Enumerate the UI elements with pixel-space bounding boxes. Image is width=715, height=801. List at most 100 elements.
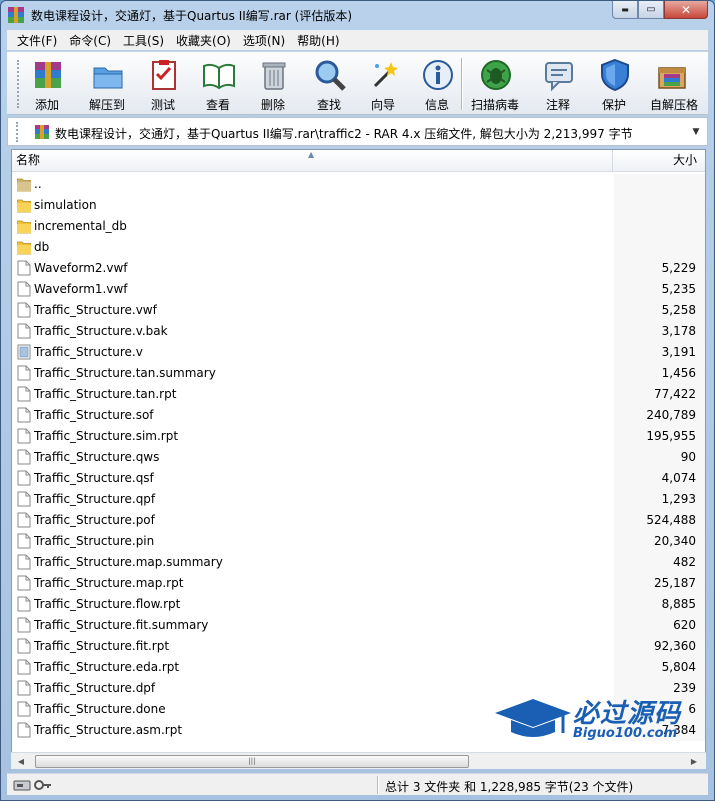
maximize-button[interactable]: ▭ bbox=[638, 1, 664, 19]
size-cell-bg bbox=[614, 216, 705, 237]
file-size: 195,955 bbox=[646, 429, 696, 443]
menu-tools[interactable]: 工具(S) bbox=[117, 32, 170, 49]
file-name: Traffic_Structure.qsf bbox=[34, 471, 154, 485]
delete-button[interactable]: 删除 bbox=[247, 54, 299, 114]
minimize-button[interactable]: ▬ bbox=[612, 1, 638, 19]
file-row[interactable]: Traffic_Structure.tan.rpt 77,422 bbox=[12, 384, 705, 405]
scrollbar-thumb[interactable]: ||| bbox=[35, 755, 469, 768]
file-name: simulation bbox=[34, 198, 97, 212]
file-row[interactable]: .. bbox=[12, 174, 705, 195]
file-row[interactable]: Traffic_Structure.pof 524,488 bbox=[12, 510, 705, 531]
file-icon bbox=[17, 491, 31, 507]
add-archive-icon bbox=[35, 62, 61, 88]
toolbar-separator bbox=[461, 58, 463, 110]
file-row[interactable]: Traffic_Structure.eda.rpt 5,804 bbox=[12, 657, 705, 678]
file-size: 92,360 bbox=[654, 639, 696, 653]
file-size: 3,178 bbox=[661, 324, 696, 338]
comment-button[interactable]: 注释 bbox=[532, 54, 584, 114]
menu-favorites[interactable]: 收藏夹(O) bbox=[170, 32, 237, 49]
extract-to-button[interactable]: 解压到 bbox=[81, 54, 133, 114]
wizard-button[interactable]: 向导 bbox=[357, 54, 409, 114]
file-name: Traffic_Structure.v bbox=[34, 345, 143, 359]
file-name: Traffic_Structure.sim.rpt bbox=[34, 429, 179, 443]
find-button[interactable]: 查找 bbox=[303, 54, 355, 114]
file-row[interactable]: db bbox=[12, 237, 705, 258]
file-row[interactable]: Waveform2.vwf 5,229 bbox=[12, 258, 705, 279]
chevron-down-icon[interactable]: ▼ bbox=[689, 123, 703, 141]
file-size: 25,187 bbox=[654, 576, 696, 590]
file-icon bbox=[17, 365, 31, 381]
info-button[interactable]: 信息 bbox=[411, 54, 463, 114]
file-row[interactable]: Traffic_Structure.sof 240,789 bbox=[12, 405, 705, 426]
extract-to-icon bbox=[93, 67, 123, 89]
file-row[interactable]: Traffic_Structure.sim.rpt 195,955 bbox=[12, 426, 705, 447]
file-name: Traffic_Structure.qpf bbox=[34, 492, 156, 506]
file-icon bbox=[17, 449, 31, 465]
file-icon bbox=[17, 638, 31, 654]
folder-icon bbox=[17, 220, 31, 234]
info-icon bbox=[423, 60, 453, 90]
view-button[interactable]: 查看 bbox=[192, 54, 244, 114]
folder-icon bbox=[17, 241, 31, 255]
file-row[interactable]: Traffic_Structure.fit.summary 620 bbox=[12, 615, 705, 636]
file-row[interactable]: Traffic_Structure.map.summary 482 bbox=[12, 552, 705, 573]
menu-options[interactable]: 选项(N) bbox=[237, 32, 291, 49]
file-row[interactable]: Traffic_Structure.tan.summary 1,456 bbox=[12, 363, 705, 384]
toolbar: 添加 解压到 测试 查看 删除 查找 向导 信息 扫描病毒 注释 保护 自解压格 bbox=[7, 51, 708, 115]
protect-button[interactable]: 保护 bbox=[588, 54, 640, 114]
archive-path: 数电课程设计，交通灯，基于Quartus II编写.rar\traffic2 -… bbox=[55, 127, 633, 141]
file-icon bbox=[17, 533, 31, 549]
file-row[interactable]: Traffic_Structure.v 3,191 bbox=[12, 342, 705, 363]
scroll-left-icon[interactable]: ◀ bbox=[14, 755, 28, 768]
menu-file[interactable]: 文件(F) bbox=[11, 32, 63, 49]
add-button[interactable]: 添加 bbox=[21, 54, 73, 114]
sfx-button[interactable]: 自解压格 bbox=[645, 54, 703, 114]
view-label: 查看 bbox=[205, 98, 230, 112]
horizontal-scrollbar[interactable]: ◀ ||| ▶ bbox=[11, 752, 706, 769]
file-row[interactable]: Traffic_Structure.map.rpt 25,187 bbox=[12, 573, 705, 594]
file-row[interactable]: Traffic_Structure.qws 90 bbox=[12, 447, 705, 468]
file-icon bbox=[17, 386, 31, 402]
minimize-icon: ▬ bbox=[621, 5, 629, 14]
file-name: Waveform2.vwf bbox=[34, 261, 128, 275]
file-name: Traffic_Structure.tan.summary bbox=[34, 366, 216, 380]
file-row[interactable]: incremental_db bbox=[12, 216, 705, 237]
file-row[interactable]: Traffic_Structure.vwf 5,258 bbox=[12, 300, 705, 321]
parent-folder-icon bbox=[17, 178, 31, 192]
file-icon bbox=[17, 407, 31, 423]
menu-commands[interactable]: 命令(C) bbox=[63, 32, 117, 49]
file-name: .. bbox=[34, 177, 42, 191]
file-icon bbox=[17, 302, 31, 318]
virus-scan-button[interactable]: 扫描病毒 bbox=[469, 54, 521, 114]
menu-help[interactable]: 帮助(H) bbox=[291, 32, 345, 49]
address-bar[interactable]: 数电课程设计，交通灯，基于Quartus II编写.rar\traffic2 -… bbox=[7, 117, 708, 146]
graduation-cap-icon bbox=[495, 699, 571, 737]
file-row[interactable]: Waveform1.vwf 5,235 bbox=[12, 279, 705, 300]
file-icon bbox=[17, 701, 31, 717]
file-row[interactable]: Traffic_Structure.qpf 1,293 bbox=[12, 489, 705, 510]
file-row[interactable]: Traffic_Structure.v.bak 3,178 bbox=[12, 321, 705, 342]
test-button[interactable]: 测试 bbox=[137, 54, 189, 114]
file-name: Traffic_Structure.qws bbox=[34, 450, 160, 464]
file-row[interactable]: Traffic_Structure.qsf 4,074 bbox=[12, 468, 705, 489]
close-button[interactable]: ✕ bbox=[664, 1, 708, 19]
virus-scan-label: 扫描病毒 bbox=[470, 98, 519, 112]
file-icon bbox=[17, 680, 31, 696]
file-size: 240,789 bbox=[646, 408, 696, 422]
column-header-size[interactable]: 大小 bbox=[614, 150, 705, 172]
file-icon bbox=[17, 260, 31, 276]
file-name: Traffic_Structure.pin bbox=[34, 534, 155, 548]
virus-scan-icon bbox=[481, 60, 511, 90]
file-name: Traffic_Structure.fit.rpt bbox=[34, 639, 170, 653]
extract-to-label: 解压到 bbox=[88, 98, 125, 112]
file-row[interactable]: Traffic_Structure.pin 20,340 bbox=[12, 531, 705, 552]
protect-icon bbox=[601, 58, 629, 92]
file-row[interactable]: Traffic_Structure.flow.rpt 8,885 bbox=[12, 594, 705, 615]
scroll-right-icon[interactable]: ▶ bbox=[687, 755, 701, 768]
delete-label: 删除 bbox=[260, 98, 285, 112]
file-size: 5,258 bbox=[661, 303, 696, 317]
file-row[interactable]: Traffic_Structure.fit.rpt 92,360 bbox=[12, 636, 705, 657]
file-name: Traffic_Structure.vwf bbox=[34, 303, 157, 317]
file-row[interactable]: simulation bbox=[12, 195, 705, 216]
title-bar[interactable]: 数电课程设计，交通灯，基于Quartus II编写.rar (评估版本) ▬ ▭… bbox=[1, 1, 714, 29]
